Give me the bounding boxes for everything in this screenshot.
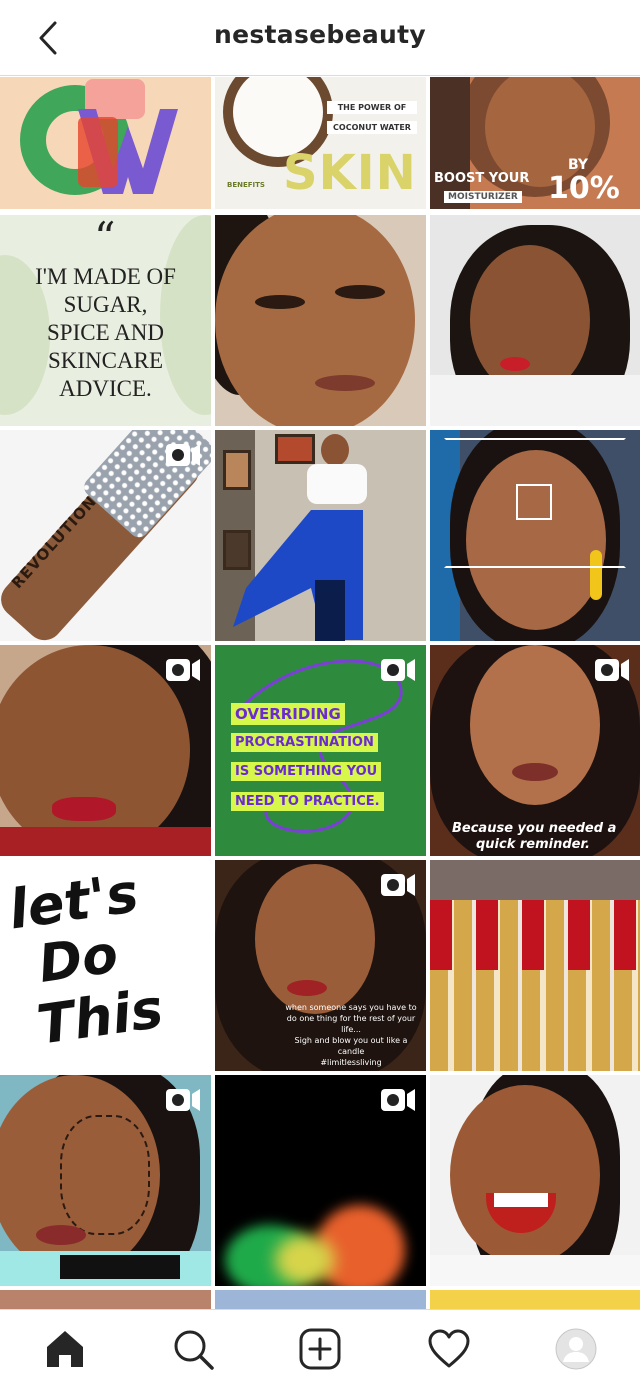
portrait [450,1085,600,1265]
heart-icon [428,1329,470,1368]
post-grid: THE POWER OF COCONUT WATER BENEFITS SKIN… [0,77,640,1309]
post-tile[interactable] [430,430,640,641]
post-tile[interactable]: OVERRIDING PROCRASTINATION IS SOMETHING … [215,645,426,856]
post-tile[interactable] [430,1075,640,1286]
portrait [321,434,349,466]
quote-text: I'M MADE OF SUGAR, SPICE AND SKINCARE AD… [35,264,176,401]
post-text: NEED TO PRACTICE. [231,792,384,811]
post-tile[interactable] [215,1075,426,1286]
post-text: 10% [548,171,620,206]
video-camera-icon [166,444,200,466]
tab-profile[interactable] [553,1326,599,1372]
post-caption: when someone says you have to do one thi… [285,1003,417,1067]
post-tile[interactable]: Because you needed a quick reminder. [430,645,640,856]
portrait [470,245,590,395]
video-camera-icon [381,874,415,896]
post-tile[interactable]: REVOLUTION [0,430,211,641]
tab-activity[interactable] [426,1326,472,1372]
post-tile[interactable]: BOOST YOUR MOISTURIZER BY 10% [430,77,640,209]
video-camera-icon [381,1089,415,1111]
post-tile[interactable] [215,430,426,641]
post-caption: Because you needed a [452,821,617,836]
post-tile[interactable] [0,1075,211,1286]
post-tile[interactable]: when someone says you have to do one thi… [215,860,426,1071]
post-tile[interactable]: “ I'M MADE OF SUGAR, SPICE AND SKINCARE … [0,215,211,426]
post-tile[interactable] [215,215,426,426]
video-camera-icon [595,659,629,681]
post-tile[interactable] [0,645,211,856]
tab-new-post[interactable] [297,1326,343,1372]
home-icon [47,1331,83,1367]
post-text: PROCRASTINATION [231,733,378,752]
post-tile[interactable]: THE POWER OF COCONUT WATER BENEFITS SKIN [215,77,426,209]
avatar-icon [555,1328,597,1370]
post-text: BOOST YOUR [434,171,530,186]
post-tile[interactable] [430,860,640,1071]
portrait [215,215,415,426]
add-post-icon [299,1328,341,1370]
bottom-nav [0,1309,640,1386]
search-icon [174,1330,214,1370]
post-text: BENEFITS [227,181,265,189]
portrait [470,645,600,805]
post-tile[interactable] [430,1290,640,1309]
post-text: OVERRIDING [231,703,345,725]
video-camera-icon [166,1089,200,1111]
top-bar: nestasebeauty [0,0,640,76]
post-tile[interactable] [0,77,211,209]
post-caption: quick reminder. [476,837,590,852]
tab-home[interactable] [42,1326,88,1372]
post-text: IS SOMETHING YOU [231,762,382,781]
quote-mark: “ [94,215,116,262]
lettering: let's Do This [5,861,167,1057]
post-tile[interactable] [215,1290,426,1309]
post-text: THE POWER OF [327,101,417,114]
post-text: SKIN [283,145,417,201]
video-camera-icon [381,659,415,681]
post-tile[interactable]: let's Do This [0,860,211,1071]
profile-username: nestasebeauty [214,20,426,49]
video-camera-icon [166,659,200,681]
post-tile[interactable] [430,215,640,426]
post-text: COCONUT WATER [327,121,417,134]
post-tile[interactable] [0,1290,211,1309]
tab-search[interactable] [170,1326,216,1372]
post-text: MOISTURIZER [444,191,522,203]
